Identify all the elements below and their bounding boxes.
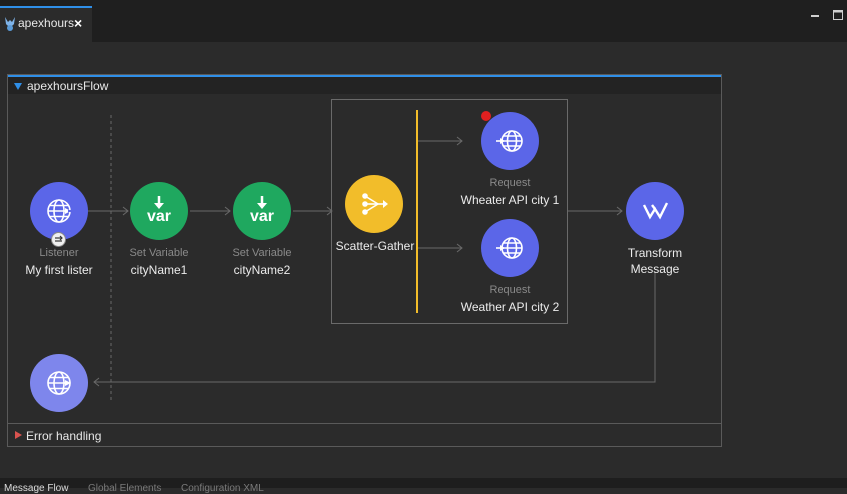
request-node-2[interactable] [481, 219, 539, 277]
editor-bottom-tabs: Message Flow Global Elements Configurati… [0, 478, 847, 494]
scatter-gather-label: Scatter-Gather [335, 239, 415, 253]
set-variable-node-1[interactable]: var [130, 182, 188, 240]
transform-message-node[interactable] [626, 182, 684, 240]
var-icon-text: var [249, 208, 275, 225]
http-request-icon [495, 130, 523, 152]
scatter-gather-icon [362, 193, 388, 215]
transform-name-line2: Message [630, 262, 680, 276]
var-icon-text: var [146, 208, 172, 225]
scatter-gather-node[interactable] [345, 175, 403, 233]
setvar1-name-label: cityName1 [130, 263, 188, 277]
tab-global-elements[interactable]: Global Elements [88, 483, 161, 494]
request1-type-label: Request [489, 177, 531, 189]
setvar2-type-label: Set Variable [232, 247, 292, 259]
request-node-1[interactable] [481, 112, 539, 170]
set-variable-node-2[interactable]: var [233, 182, 291, 240]
listener-type-label: Listener [39, 247, 79, 259]
setvar1-type-label: Set Variable [129, 247, 189, 259]
http-listener-icon [47, 371, 71, 395]
request1-name-label: Wheater API city 1 [460, 193, 560, 207]
transform-name-line1: Transform [627, 246, 683, 260]
breakpoint-marker-icon[interactable] [481, 111, 491, 121]
request2-name-label: Weather API city 2 [460, 300, 560, 314]
request2-type-label: Request [489, 284, 531, 296]
tab-configuration-xml[interactable]: Configuration XML [181, 483, 264, 494]
listener-name-label: My first lister [25, 263, 93, 277]
setvar2-name-label: cityName2 [233, 263, 291, 277]
source-badge-icon [51, 232, 66, 247]
listener-response-node[interactable] [30, 354, 88, 412]
dataweave-icon [642, 202, 669, 220]
tab-message-flow[interactable]: Message Flow [4, 483, 68, 494]
http-request-icon [496, 237, 523, 259]
